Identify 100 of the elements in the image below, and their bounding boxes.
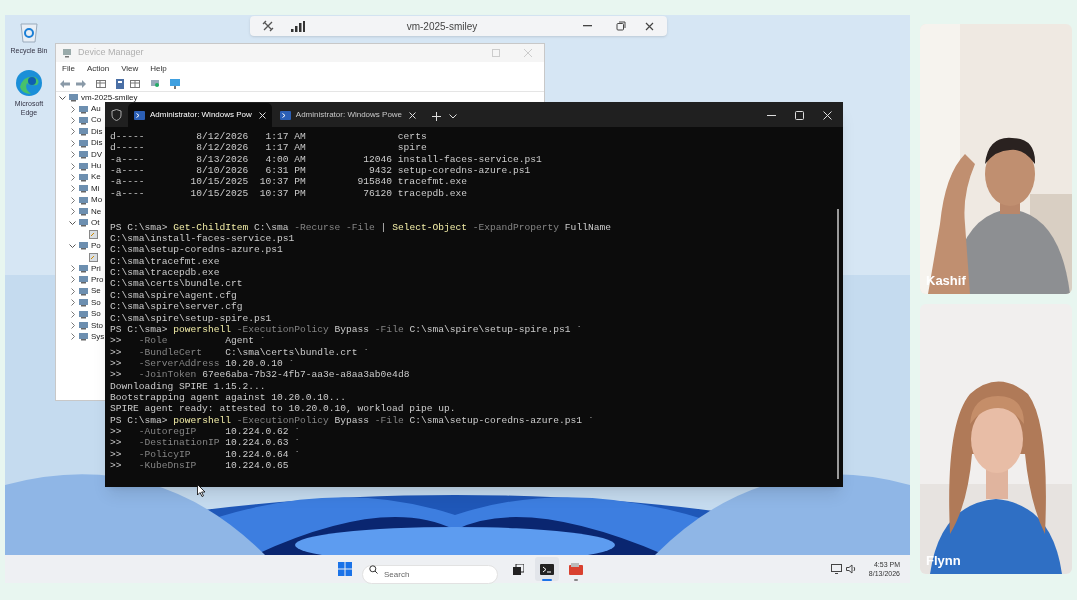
device-icon xyxy=(89,252,98,262)
terminal-line: -a---- 10/15/2025 10:37 PM 915840 tracefmt.exe xyxy=(110,176,467,188)
forward-arrow-icon[interactable] xyxy=(76,79,86,88)
recycle-bin-icon[interactable] xyxy=(18,20,40,44)
tree-item[interactable]: Mi xyxy=(91,182,100,195)
back-arrow-icon[interactable] xyxy=(60,79,70,88)
menu-item[interactable]: View xyxy=(121,63,139,75)
terminal-line: d----- 8/12/2026 1:17 AM certs xyxy=(110,131,427,143)
chevron-right-icon[interactable] xyxy=(69,322,76,329)
grid-icon[interactable] xyxy=(130,79,140,88)
taskbar-app[interactable] xyxy=(535,557,559,581)
network-icon[interactable] xyxy=(830,564,842,574)
chevron-right-icon[interactable] xyxy=(69,287,76,295)
tree-item[interactable]: vm-2025-smiley xyxy=(81,91,138,104)
device-icon xyxy=(79,286,88,296)
menu-item[interactable]: Help xyxy=(150,63,167,75)
close-icon[interactable] xyxy=(258,111,266,119)
chevron-down-icon[interactable] xyxy=(69,220,76,226)
tree-item[interactable]: Dis xyxy=(91,137,103,150)
chevron-right-icon[interactable] xyxy=(69,151,76,159)
restore-icon xyxy=(616,21,626,31)
device-icon xyxy=(79,161,88,171)
terminal-line: >> -KubeDnsIP 10.224.0.65 xyxy=(110,459,289,472)
chevron-right-icon[interactable] xyxy=(69,162,76,170)
terminal-line: -a---- 10/15/2025 10:37 PM 76120 tracepdb.exe xyxy=(110,187,467,200)
tree-item[interactable]: Sto xyxy=(91,319,103,332)
minimize-icon xyxy=(582,25,592,27)
terminal-line: PS C:\sma> powershell -ExecutionPolicy Bypass -File C:\sma\spire\setup-spire.ps1 ` xyxy=(110,323,583,336)
maximize-icon xyxy=(794,110,804,120)
tree-item[interactable]: Dis xyxy=(91,125,103,138)
terminal-line: C:\sma\spire\setup-spire.ps1 xyxy=(110,312,272,324)
device-icon xyxy=(79,241,88,251)
close-icon[interactable] xyxy=(409,111,417,119)
tree-item[interactable]: Au xyxy=(91,103,101,116)
monitor-icon[interactable] xyxy=(170,78,180,89)
tree-item[interactable]: Pro xyxy=(91,273,104,286)
device-icon xyxy=(79,172,88,182)
chevron-right-icon[interactable] xyxy=(69,265,76,273)
tree-item[interactable]: Ke xyxy=(91,171,101,184)
device-icon xyxy=(79,298,88,308)
window-title: Device Manager xyxy=(78,46,144,60)
terminal-line: C:\sma\spire\agent.cfg xyxy=(110,289,237,302)
chevron-right-icon[interactable] xyxy=(69,185,76,193)
device-icon xyxy=(69,93,78,103)
device-icon xyxy=(79,115,88,125)
chevron-right-icon[interactable] xyxy=(69,333,76,341)
tree-item[interactable]: Hu xyxy=(91,160,102,173)
signal-icon xyxy=(291,20,305,32)
chevron-down-icon[interactable] xyxy=(59,94,66,101)
properties-icon[interactable] xyxy=(116,78,124,89)
device-icon[interactable] xyxy=(150,79,160,88)
minimize-icon xyxy=(766,114,776,116)
tree-item[interactable]: Pri xyxy=(91,262,101,275)
tree-item[interactable]: So xyxy=(91,296,101,309)
chevron-right-icon[interactable] xyxy=(69,128,76,136)
tree-item[interactable]: DV xyxy=(91,148,103,161)
scrollbar[interactable] xyxy=(837,209,839,479)
chevron-right-icon[interactable] xyxy=(69,116,76,124)
chevron-right-icon[interactable] xyxy=(69,173,76,181)
tree-item[interactable]: Ot xyxy=(91,217,100,229)
terminal-tab[interactable]: Administrator: Windows Powe xyxy=(273,103,423,127)
chevron-right-icon[interactable] xyxy=(69,276,76,284)
chevron-down-icon[interactable] xyxy=(69,242,76,249)
terminal-line: SPIRE agent ready: attested to 10.20.0.10, workload pipe up. xyxy=(110,403,456,415)
menu-item[interactable]: Action xyxy=(86,63,110,75)
speaker-icon[interactable] xyxy=(845,564,857,574)
tree-item[interactable]: Ne xyxy=(91,205,102,218)
chevron-right-icon[interactable] xyxy=(69,310,76,318)
terminal-line: -a---- 8/10/2026 6:31 PM 9432 setup-coredns-azure.ps1 xyxy=(110,165,531,177)
terminal-line: PS C:\sma> powershell -ExecutionPolicy Bypass -File C:\sma\setup-coredns-azure.ps1 ` xyxy=(110,414,594,426)
grid-icon[interactable] xyxy=(96,79,106,88)
chevron-right-icon[interactable] xyxy=(69,299,76,307)
tree-item[interactable]: So xyxy=(91,308,101,321)
chevron-down-icon xyxy=(449,113,458,119)
pin-icon[interactable] xyxy=(262,20,274,32)
chevron-right-icon[interactable] xyxy=(69,139,76,147)
tree-item[interactable]: Co xyxy=(91,114,102,127)
terminal-line: C:\sma\tracepdb.exe xyxy=(110,267,220,279)
menu-item[interactable]: File xyxy=(62,63,75,75)
device-icon xyxy=(79,184,88,194)
chevron-right-icon[interactable] xyxy=(69,105,76,113)
tree-item[interactable]: Po xyxy=(91,239,101,252)
terminal-line: >> -BundleCert C:\sma\certs\bundle.crt ` xyxy=(110,346,370,358)
tree-item[interactable]: Mo xyxy=(91,194,103,207)
chevron-right-icon[interactable] xyxy=(69,196,76,204)
terminal-line: Downloading SPIRE 1.15.2... xyxy=(110,380,266,392)
tree-item[interactable]: Sys xyxy=(91,330,105,343)
tree-item[interactable]: Se xyxy=(91,285,101,298)
search-field[interactable]: Search xyxy=(362,564,498,584)
browser-icon[interactable] xyxy=(15,69,43,97)
chevron-right-icon[interactable] xyxy=(69,208,76,216)
computer-icon xyxy=(62,48,72,58)
terminal-line: >> -JoinToken 67ee6aba-7b32-4fb7-aa3e-a8aa3ab0e4d8 xyxy=(110,369,410,381)
terminal-line: >> -DestinationIP 10.224.0.63 ` xyxy=(110,437,300,449)
restore-button[interactable] xyxy=(613,19,629,33)
toolbox-icon xyxy=(569,563,583,575)
terminal-line: C:\sma\setup-coredns-azure.ps1 xyxy=(110,244,283,256)
terminal-line: C:\sma\tracefmt.exe xyxy=(110,255,220,268)
device-icon xyxy=(79,264,88,274)
terminal-tab[interactable]: Administrator: Windows Pow xyxy=(128,103,272,127)
